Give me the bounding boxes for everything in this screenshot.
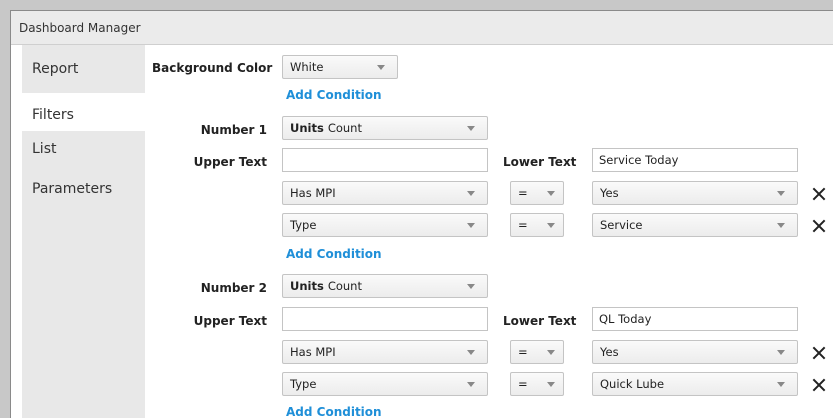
condition-value-select[interactable]: Yes xyxy=(592,181,798,205)
chevron-down-icon xyxy=(467,382,475,387)
number-1-lower-text-input[interactable] xyxy=(592,148,798,172)
chevron-down-icon xyxy=(467,350,475,355)
chevron-down-icon xyxy=(467,223,475,228)
condition-field-select[interactable]: Has MPI xyxy=(282,181,488,205)
condition-field-value: Type xyxy=(290,218,317,232)
units-label: Units xyxy=(290,121,324,135)
condition-value: Yes xyxy=(600,186,619,200)
upper-text-label: Upper Text xyxy=(193,314,267,328)
chevron-down-icon xyxy=(547,223,555,228)
condition-operator-select[interactable]: = xyxy=(510,372,564,396)
number-2-units-select[interactable]: Units Count xyxy=(282,274,488,298)
chevron-down-icon xyxy=(467,191,475,196)
number-1-label: Number 1 xyxy=(200,123,267,137)
number-2-label: Number 2 xyxy=(200,281,267,295)
condition-field-select[interactable]: Type xyxy=(282,213,488,237)
chevron-down-icon xyxy=(777,350,785,355)
condition-operator-value: = xyxy=(518,377,528,391)
condition-value: Quick Lube xyxy=(600,377,665,391)
number-2-upper-text-input[interactable] xyxy=(282,307,488,331)
units-value: Count xyxy=(327,121,362,135)
background-color-select[interactable]: White xyxy=(282,55,398,79)
condition-operator-value: = xyxy=(518,186,528,200)
number-1-units-select[interactable]: Units Count xyxy=(282,116,488,140)
add-condition-link[interactable]: Add Condition xyxy=(286,405,382,418)
units-value: Count xyxy=(327,279,362,293)
lower-text-label: Lower Text xyxy=(503,314,577,328)
chevron-down-icon xyxy=(467,126,475,131)
background-color-label: Background Color xyxy=(152,61,273,75)
add-condition-link[interactable]: Add Condition xyxy=(286,247,382,261)
condition-value-select[interactable]: Service xyxy=(592,213,798,237)
background-color-value: White xyxy=(290,60,324,74)
upper-text-label: Upper Text xyxy=(193,155,267,169)
sidebar-item-list[interactable]: List xyxy=(22,137,145,173)
add-condition-link[interactable]: Add Condition xyxy=(286,88,382,102)
condition-field-value: Has MPI xyxy=(290,345,336,359)
sidebar-item-report[interactable]: Report xyxy=(22,57,145,93)
chevron-down-icon xyxy=(377,65,385,70)
condition-operator-value: = xyxy=(518,345,528,359)
units-label: Units xyxy=(290,279,324,293)
window-title: Dashboard Manager xyxy=(11,11,833,45)
condition-operator-select[interactable]: = xyxy=(510,213,564,237)
chevron-down-icon xyxy=(777,191,785,196)
condition-field-value: Type xyxy=(290,377,317,391)
sidebar-item-parameters[interactable]: Parameters xyxy=(22,177,145,213)
condition-value: Service xyxy=(600,218,643,232)
lower-text-label: Lower Text xyxy=(503,155,577,169)
condition-operator-select[interactable]: = xyxy=(510,340,564,364)
chevron-down-icon xyxy=(777,382,785,387)
number-1-upper-text-input[interactable] xyxy=(282,148,488,172)
condition-value-select[interactable]: Yes xyxy=(592,340,798,364)
condition-value: Yes xyxy=(600,345,619,359)
number-2-lower-text-input[interactable] xyxy=(592,307,798,331)
condition-field-select[interactable]: Type xyxy=(282,372,488,396)
close-icon[interactable] xyxy=(811,377,827,393)
condition-value-select[interactable]: Quick Lube xyxy=(592,372,798,396)
chevron-down-icon xyxy=(547,350,555,355)
chevron-down-icon xyxy=(467,284,475,289)
close-icon[interactable] xyxy=(811,345,827,361)
close-icon[interactable] xyxy=(811,186,827,202)
condition-field-value: Has MPI xyxy=(290,186,336,200)
chevron-down-icon xyxy=(547,191,555,196)
condition-operator-value: = xyxy=(518,218,528,232)
close-icon[interactable] xyxy=(811,218,827,234)
condition-operator-select[interactable]: = xyxy=(510,181,564,205)
chevron-down-icon xyxy=(777,223,785,228)
sidebar-item-filters[interactable]: Filters xyxy=(22,93,145,131)
chevron-down-icon xyxy=(547,382,555,387)
dashboard-manager-window: Dashboard Manager Report Filters List Pa… xyxy=(10,10,833,418)
sidebar: Report Filters List Parameters xyxy=(22,45,145,418)
condition-field-select[interactable]: Has MPI xyxy=(282,340,488,364)
